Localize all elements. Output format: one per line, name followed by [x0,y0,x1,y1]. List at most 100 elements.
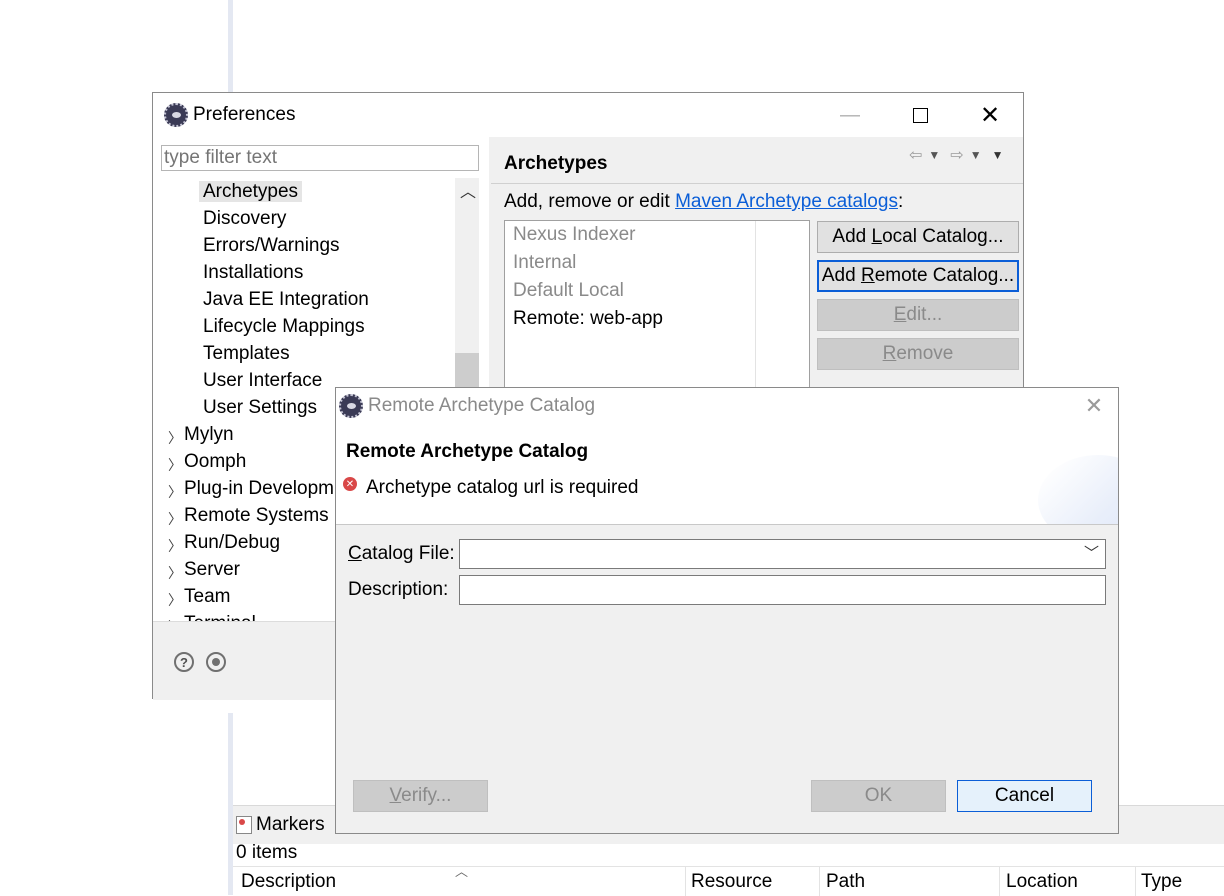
button-label: dit... [906,304,943,325]
tree-item-label: Archetypes [199,181,303,202]
chevron-down-icon[interactable]: ▼ [970,148,982,162]
remote-dialog-banner [336,425,1118,525]
column-header-description[interactable]: Description [241,871,336,893]
import-export-icon[interactable] [206,652,226,672]
button-mnemonic: L [871,226,883,247]
remove-button[interactable]: Remove [817,338,1019,370]
close-button[interactable]: ✕ [1076,390,1112,422]
tree-item-oomph[interactable]: Oomph [184,448,246,475]
remote-dialog-window-title: Remote Archetype Catalog [368,395,596,416]
tree-item-templates[interactable]: Templates [203,340,290,367]
tree-item-user-interface[interactable]: User Interface [203,367,322,394]
expand-chevron-icon[interactable]: 〉 [168,428,182,448]
error-message: Archetype catalog url is required [366,477,639,498]
view-menu-icon[interactable]: ▼ [992,148,1004,162]
column-divider [819,867,820,896]
tree-item-terminal[interactable]: Terminal [184,610,256,621]
chevron-down-icon[interactable]: ▼ [928,148,940,162]
minimize-button[interactable]: — [815,93,885,137]
markers-icon [236,816,252,834]
button-mnemonic: E [893,304,907,325]
markers-table-header: Description ︿ Resource Path Location Typ… [233,864,1224,896]
expand-chevron-icon[interactable]: 〉 [168,536,182,556]
banner-decoration [1038,455,1118,524]
column-header-type[interactable]: Type [1141,871,1182,893]
tree-item-plugin-development[interactable]: Plug-in Developm [184,475,334,502]
column-divider [685,867,686,896]
edit-button[interactable]: Edit... [817,299,1019,331]
description-text: : [897,191,904,212]
markers-item-count: 0 items [236,842,298,863]
maximize-icon [912,107,928,123]
label-mnemonic: C [348,543,362,564]
list-item[interactable]: Nexus Indexer [513,221,636,249]
markers-tab-label: Markers [256,814,325,835]
preferences-window-title: Preferences [193,104,296,125]
description-text: Add, remove or edit [504,191,676,212]
button-label: Add [821,265,861,286]
button-mnemonic: R [860,265,875,286]
list-item[interactable]: Default Local [513,277,624,305]
forward-arrow-icon[interactable]: ⇨ [950,145,963,165]
tree-item-installations[interactable]: Installations [203,259,303,286]
button-label: Add [832,226,872,247]
add-local-catalog-button[interactable]: Add Local Catalog... [817,221,1019,253]
column-header-path[interactable]: Path [826,871,865,893]
markers-tab[interactable]: Markers [236,812,325,838]
button-mnemonic: R [882,343,897,364]
close-button[interactable]: ✕ [955,93,1025,137]
column-header-resource[interactable]: Resource [691,871,772,893]
label-text: atalog File: [361,543,455,564]
sort-ascending-icon: ︿ [455,864,469,879]
tree-item-user-settings[interactable]: User Settings [203,394,317,421]
back-arrow-icon[interactable]: ⇦ [909,145,922,165]
error-icon: ✕ [343,477,357,491]
banner-title: Remote Archetype Catalog [346,441,589,462]
tree-item-team[interactable]: Team [184,583,230,610]
page-title: Archetypes [504,153,608,174]
tree-item-lifecycle-mappings[interactable]: Lifecycle Mappings [203,313,365,340]
preferences-titlebar: Preferences — ✕ [153,93,1023,137]
filter-input[interactable] [161,145,479,171]
maven-archetype-catalogs-link[interactable]: Maven Archetype catalogs [675,191,898,212]
maximize-button[interactable] [885,93,955,137]
tree-item-server[interactable]: Server [184,556,240,583]
eclipse-app-icon [164,103,188,127]
button-mnemonic: V [389,785,402,806]
catalog-list[interactable]: Nexus Indexer Internal Default Local Rem… [504,220,810,390]
catalog-file-label: Catalog File: [348,543,455,565]
expand-chevron-icon[interactable]: 〉 [168,455,182,475]
expand-chevron-icon[interactable]: 〉 [168,590,182,610]
description-label: Description: [348,579,449,600]
tree-item-run-debug[interactable]: Run/Debug [184,529,280,556]
cancel-button[interactable]: Cancel [957,780,1092,812]
column-divider [999,867,1000,896]
page-navigation: ⇦ ▼ ⇨ ▼ ▼ [909,145,1003,165]
tree-item-discovery[interactable]: Discovery [203,205,286,232]
list-item[interactable]: Remote: web-app [513,305,663,333]
tree-item-remote-systems[interactable]: Remote Systems [184,502,329,529]
list-column-divider [755,221,756,389]
tree-item-archetypes[interactable]: Archetypes [199,178,303,205]
button-label: emote Catalog... [874,265,1015,286]
expand-chevron-icon[interactable]: 〉 [168,509,182,529]
tree-item-mylyn[interactable]: Mylyn [184,421,234,448]
ok-button[interactable]: OK [811,780,946,812]
chevron-down-icon[interactable]: ﹀ [1084,542,1099,563]
expand-chevron-icon[interactable]: 〉 [168,482,182,502]
page-description: Add, remove or edit Maven Archetype cata… [504,191,903,213]
scroll-up-icon[interactable]: ︿ [460,178,476,202]
description-field[interactable] [459,575,1106,605]
tree-item-java-ee-integration[interactable]: Java EE Integration [203,286,369,313]
verify-button[interactable]: Verify... [353,780,488,812]
list-item[interactable]: Internal [513,249,576,277]
column-header-location[interactable]: Location [1006,871,1078,893]
eclipse-app-icon [339,394,363,418]
expand-chevron-icon[interactable]: 〉 [168,563,182,583]
help-icon[interactable]: ? [174,652,194,672]
remote-archetype-catalog-dialog: Remote Archetype Catalog ✕ Remote Archet… [335,387,1119,834]
button-label: emove [896,343,954,364]
catalog-file-combo[interactable]: ﹀ [459,539,1106,569]
add-remote-catalog-button[interactable]: Add Remote Catalog... [817,260,1019,292]
tree-item-errors-warnings[interactable]: Errors/Warnings [203,232,340,259]
